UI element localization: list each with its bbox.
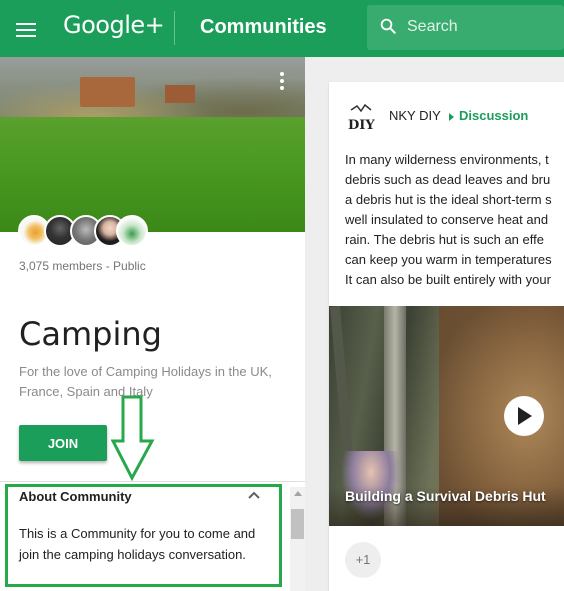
plus-one-button[interactable]: +1 xyxy=(345,542,381,578)
post-body-line: debris such as dead leaves and bru xyxy=(345,172,551,187)
post-body-line: a debris hut is the ideal short-term s xyxy=(345,192,552,207)
google-plus-logo[interactable]: Google+ xyxy=(63,11,165,39)
chevron-up-icon[interactable] xyxy=(247,490,261,500)
video-thumbnail[interactable]: Building a Survival Debris Hut xyxy=(329,306,564,526)
post-card: DIY NKY DIY Discussion In many wildernes… xyxy=(329,82,564,591)
community-cover-image xyxy=(0,57,305,232)
post-body-line: well insulated to conserve heat and xyxy=(345,212,549,227)
header-divider xyxy=(174,11,175,45)
member-avatar[interactable] xyxy=(116,215,148,247)
hamburger-menu-icon[interactable] xyxy=(14,19,38,39)
video-title: Building a Survival Debris Hut xyxy=(345,488,546,504)
about-community-header[interactable]: About Community xyxy=(19,489,132,504)
about-scrollbar[interactable] xyxy=(290,487,305,591)
top-app-bar: Google+ Communities xyxy=(0,0,564,57)
search-input[interactable] xyxy=(407,16,557,38)
section-title: Communities xyxy=(200,16,327,38)
post-category-link[interactable]: Discussion xyxy=(459,108,528,123)
community-tagline: For the love of Camping Holidays in the … xyxy=(19,364,272,399)
author-avatar-text: DIY xyxy=(348,118,375,133)
post-body-line: In many wilderness environments, t xyxy=(345,152,549,167)
play-icon xyxy=(518,407,532,425)
member-count[interactable]: 3,075 members - Public xyxy=(19,259,146,273)
post-author[interactable]: NKY DIY xyxy=(389,108,441,123)
more-options-icon[interactable] xyxy=(279,72,285,92)
author-avatar[interactable]: DIY xyxy=(345,102,379,136)
community-title: Camping xyxy=(19,315,162,353)
section-divider xyxy=(0,481,305,482)
scroll-thumb[interactable] xyxy=(291,509,304,539)
scroll-up-arrow-icon[interactable] xyxy=(294,491,302,496)
search-box[interactable] xyxy=(367,5,564,50)
about-community-text: This is a Community for you to come and … xyxy=(19,526,256,562)
post-body: In many wilderness environments, t debri… xyxy=(345,150,564,290)
play-button[interactable] xyxy=(504,396,544,436)
post-body-line: It can also be built entirely with your xyxy=(345,272,551,287)
post-body-line: rain. The debris hut is such an effe xyxy=(345,232,544,247)
post-body-line: can keep you warm in temperatures xyxy=(345,252,552,267)
caret-right-icon xyxy=(449,113,454,121)
search-icon xyxy=(380,18,396,34)
join-button[interactable]: JOIN xyxy=(19,425,107,461)
community-card: 3,075 members - Public Camping For the l… xyxy=(0,57,305,591)
